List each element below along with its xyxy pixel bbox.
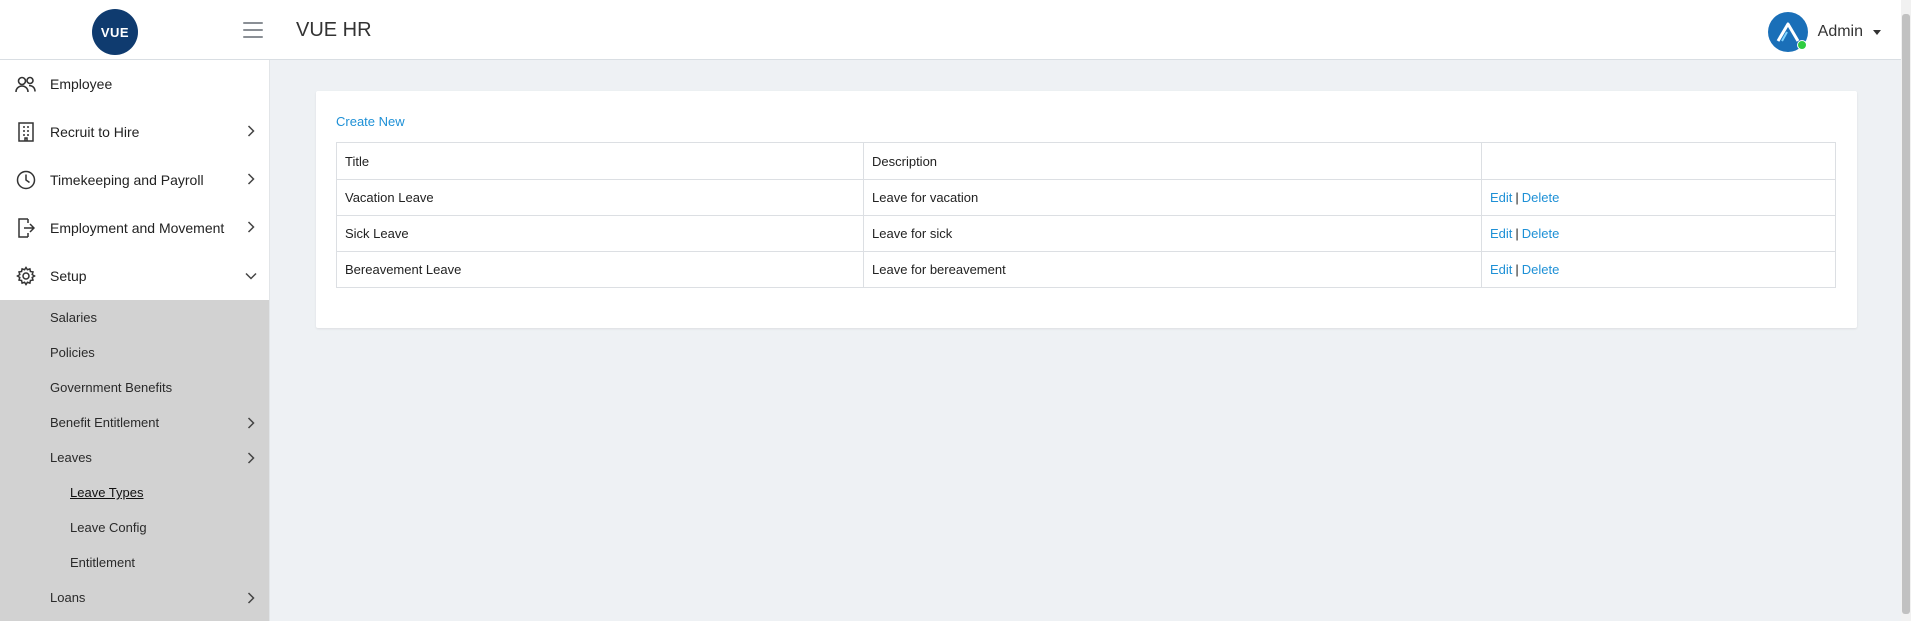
chevron-right-icon [247, 173, 255, 185]
submenu-label: Entitlement [70, 555, 136, 570]
submenu-item-leaves[interactable]: Leaves [0, 440, 269, 475]
cell-actions: Edit | Delete [1481, 251, 1836, 288]
submenu-label: Leaves [50, 450, 92, 465]
submenu-item-leave-types[interactable]: Leave Types [0, 475, 269, 510]
submenu-label: Leave Types [70, 485, 144, 500]
chevron-down-icon [245, 272, 257, 280]
submenu-label: Salaries [50, 310, 97, 325]
chevron-right-icon [247, 417, 255, 429]
submenu-label: Policies [50, 345, 95, 360]
cell-title: Bereavement Leave [336, 251, 864, 288]
app-title: VUE HR [296, 19, 372, 41]
caret-down-icon [1873, 29, 1881, 35]
submenu-label: Loans [50, 590, 86, 605]
table-row: Bereavement Leave Leave for bereavement … [336, 251, 1836, 288]
table-row: Sick Leave Leave for sick Edit | Delete [336, 215, 1836, 252]
sidebar-item-label: Employment and Movement [50, 220, 225, 236]
submenu-item-salaries[interactable]: Salaries [0, 300, 269, 335]
submenu-item-loans[interactable]: Loans [0, 580, 269, 615]
delete-link[interactable]: Delete [1522, 262, 1560, 277]
gear-icon [14, 264, 38, 288]
sidebar: Employee Recruit to Hire Timekeeping and… [0, 60, 270, 621]
avatar [1767, 12, 1808, 52]
leave-types-table: Title Description Vacation Leave Leave f… [336, 142, 1836, 288]
sidebar-item-label: Recruit to Hire [50, 124, 140, 140]
hamburger-menu-icon[interactable] [243, 22, 263, 38]
sidebar-item-label: Employee [50, 76, 113, 92]
submenu-item-policies[interactable]: Policies [0, 335, 269, 370]
cell-description: Leave for vacation [863, 179, 1482, 216]
sidebar-item-recruit-to-hire[interactable]: Recruit to Hire [0, 108, 269, 156]
action-separator: | [1515, 262, 1519, 277]
cell-actions: Edit | Delete [1481, 179, 1836, 216]
users-icon [14, 72, 38, 96]
sidebar-item-label: Setup [50, 268, 87, 284]
cell-description: Leave for bereavement [863, 251, 1482, 288]
table-header-row: Title Description [336, 142, 1836, 180]
submenu-item-government-benefits[interactable]: Government Benefits [0, 370, 269, 405]
submenu-item-entitlement[interactable]: Entitlement [0, 545, 269, 580]
user-menu[interactable]: Admin [1767, 12, 1881, 52]
page-scrollbar[interactable] [1901, 0, 1911, 621]
setup-submenu: Salaries Policies Government Benefits Be… [0, 300, 269, 621]
submenu-label: Government Benefits [50, 380, 173, 395]
delete-link[interactable]: Delete [1522, 190, 1560, 205]
chevron-right-icon [247, 125, 255, 137]
submenu-label: Benefit Entitlement [50, 415, 160, 430]
sidebar-item-setup[interactable]: Setup [0, 252, 269, 300]
cell-title: Sick Leave [336, 215, 864, 252]
chevron-right-icon [247, 221, 255, 233]
cell-title: Vacation Leave [336, 179, 864, 216]
user-name: Admin [1817, 23, 1863, 40]
top-bar: VUE VUE HR Admin [0, 0, 1901, 60]
delete-link[interactable]: Delete [1522, 226, 1560, 241]
action-separator: | [1515, 226, 1519, 241]
column-header-description: Description [863, 142, 1482, 180]
sidebar-item-label: Timekeeping and Payroll [50, 172, 204, 188]
cell-description: Leave for sick [863, 215, 1482, 252]
create-new-link[interactable]: Create New [336, 114, 405, 129]
table-row: Vacation Leave Leave for vacation Edit | D… [336, 179, 1836, 216]
clock-icon [14, 168, 38, 192]
edit-link[interactable]: Edit [1490, 190, 1512, 205]
column-header-title: Title [336, 142, 864, 180]
exit-door-icon [14, 216, 38, 240]
building-icon [14, 120, 38, 144]
edit-link[interactable]: Edit [1490, 262, 1512, 277]
submenu-item-leave-config[interactable]: Leave Config [0, 510, 269, 545]
leave-types-card: Create New Title Description Vacation Le… [316, 91, 1857, 328]
sidebar-item-employment-movement[interactable]: Employment and Movement [0, 204, 269, 252]
action-separator: | [1515, 190, 1519, 205]
mountain-logo-icon [1776, 22, 1799, 42]
edit-link[interactable]: Edit [1490, 226, 1512, 241]
online-status-icon [1796, 40, 1807, 50]
submenu-item-benefit-entitlement[interactable]: Benefit Entitlement [0, 405, 269, 440]
submenu-label: Leave Config [70, 520, 147, 535]
chevron-right-icon [247, 592, 255, 604]
logo-text: VUE [100, 24, 130, 40]
cell-actions: Edit | Delete [1481, 215, 1836, 252]
chevron-right-icon [247, 452, 255, 464]
vue-logo[interactable]: VUE [92, 9, 138, 55]
sidebar-item-employee[interactable]: Employee [0, 60, 269, 108]
sidebar-item-timekeeping-payroll[interactable]: Timekeeping and Payroll [0, 156, 269, 204]
column-header-actions [1481, 142, 1836, 180]
